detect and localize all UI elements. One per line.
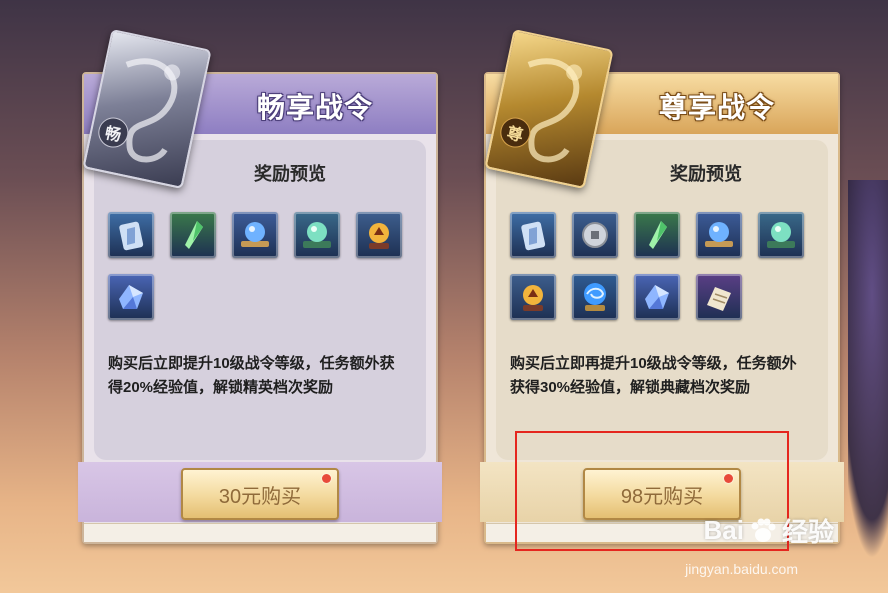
card-title: 畅享战令 <box>256 92 373 123</box>
notification-dot-icon <box>322 474 331 483</box>
card-description: 购买后立即提升10级战令等级，任务额外获得20%经验值，解锁精英档次奖励 <box>108 355 395 396</box>
golden-orb-icon[interactable] <box>510 274 556 320</box>
token-card-icon[interactable] <box>108 212 154 258</box>
card-footer <box>84 523 436 542</box>
token-card-icon[interactable] <box>510 212 556 258</box>
buy-strip: 30元购买 <box>78 462 442 522</box>
green-crystal-icon[interactable] <box>170 212 216 258</box>
baidu-watermark: Bai 经验 <box>704 512 834 549</box>
blue-orb-scroll-icon[interactable] <box>696 212 742 258</box>
watermark-brand-right: 经验 <box>781 517 834 547</box>
green-orb-book-icon[interactable] <box>294 212 340 258</box>
watermark-brand-left: Bai <box>703 515 744 545</box>
card-description: 购买后立即再提升10级战令等级，任务额外获得30%经验值，解锁典藏档次奖励 <box>510 355 797 396</box>
golden-orb-icon[interactable] <box>356 212 402 258</box>
buy-30-button[interactable]: 30元购买 <box>181 468 339 520</box>
watermark-url: jingyan.baidu.com <box>685 561 798 577</box>
blue-swirl-orb-icon[interactable] <box>572 274 618 320</box>
background-character-figure <box>848 180 888 560</box>
paw-logo-icon <box>751 518 776 542</box>
blue-orb-scroll-icon[interactable] <box>232 212 278 258</box>
green-crystal-icon[interactable] <box>634 212 680 258</box>
silver-coin-icon[interactable] <box>572 212 618 258</box>
reward-item-grid <box>108 212 418 320</box>
card-title: 尊享战令 <box>658 92 775 123</box>
reward-item-grid <box>510 212 820 320</box>
blue-shard-icon[interactable] <box>108 274 154 320</box>
green-orb-book-icon[interactable] <box>758 212 804 258</box>
scroll-paper-icon[interactable] <box>696 274 742 320</box>
blue-shard-icon[interactable] <box>634 274 680 320</box>
buy-button-label: 30元购买 <box>218 485 302 508</box>
